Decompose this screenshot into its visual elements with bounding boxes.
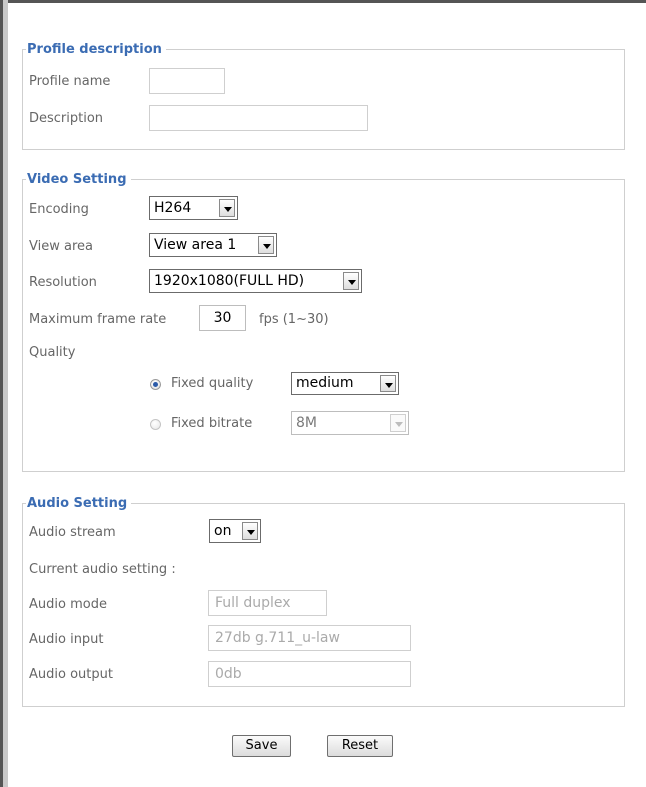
view-area-select[interactable]: View area 1 bbox=[149, 233, 277, 257]
audio-stream-label: Audio stream bbox=[29, 525, 116, 540]
frame-rate-label: Maximum frame rate bbox=[29, 312, 167, 327]
audio-mode-field: Full duplex bbox=[208, 590, 327, 616]
fixed-bitrate-value: 8M bbox=[296, 415, 317, 431]
chevron-down-icon[interactable] bbox=[380, 375, 396, 392]
description-field[interactable] bbox=[149, 105, 368, 131]
resolution-label: Resolution bbox=[29, 275, 97, 290]
profile-name-label: Profile name bbox=[29, 74, 111, 89]
window-top-border bbox=[0, 0, 646, 3]
resolution-value: 1920x1080(FULL HD) bbox=[154, 273, 305, 289]
encoding-label: Encoding bbox=[29, 202, 89, 217]
fixed-quality-select[interactable]: medium bbox=[291, 372, 399, 395]
fixed-bitrate-select[interactable]: 8M bbox=[291, 411, 409, 435]
description-label: Description bbox=[29, 111, 104, 126]
fixed-bitrate-label[interactable]: Fixed bitrate bbox=[171, 416, 252, 431]
audio-stream-select[interactable]: on bbox=[209, 519, 261, 543]
chevron-down-icon bbox=[390, 414, 406, 432]
reset-button[interactable]: Reset bbox=[327, 735, 393, 757]
fixed-bitrate-radio[interactable] bbox=[150, 419, 161, 430]
chevron-down-icon[interactable] bbox=[219, 199, 235, 217]
frame-rate-field[interactable]: 30 bbox=[199, 305, 246, 331]
profile-name-field[interactable] bbox=[149, 68, 225, 94]
audio-input-field: 27db g.711_u-law bbox=[208, 625, 411, 651]
current-audio-setting-label: Current audio setting : bbox=[29, 562, 176, 577]
audio-setting-legend: Audio Setting bbox=[27, 496, 128, 511]
encoding-select[interactable]: H264 bbox=[149, 196, 238, 220]
window-left-gutter bbox=[3, 0, 8, 787]
audio-stream-value: on bbox=[214, 523, 232, 539]
profile-description-group: Profile description bbox=[22, 42, 625, 150]
frame-rate-unit: fps (1~30) bbox=[259, 312, 329, 327]
audio-output-label: Audio output bbox=[29, 667, 113, 682]
view-area-label: View area bbox=[29, 239, 93, 254]
chevron-down-icon[interactable] bbox=[242, 522, 258, 540]
save-button[interactable]: Save bbox=[232, 735, 291, 757]
video-setting-legend: Video Setting bbox=[27, 172, 127, 187]
profile-description-legend: Profile description bbox=[27, 42, 162, 57]
view-area-value: View area 1 bbox=[154, 237, 237, 253]
resolution-select[interactable]: 1920x1080(FULL HD) bbox=[149, 269, 362, 293]
audio-input-label: Audio input bbox=[29, 632, 104, 647]
fixed-quality-label[interactable]: Fixed quality bbox=[171, 376, 253, 391]
chevron-down-icon[interactable] bbox=[343, 272, 359, 290]
chevron-down-icon[interactable] bbox=[258, 236, 274, 254]
audio-mode-label: Audio mode bbox=[29, 597, 107, 612]
quality-label: Quality bbox=[29, 345, 76, 360]
audio-output-field: 0db bbox=[208, 661, 411, 687]
fixed-quality-value: medium bbox=[296, 375, 354, 391]
encoding-value: H264 bbox=[154, 200, 192, 216]
fixed-quality-radio[interactable] bbox=[150, 379, 161, 390]
